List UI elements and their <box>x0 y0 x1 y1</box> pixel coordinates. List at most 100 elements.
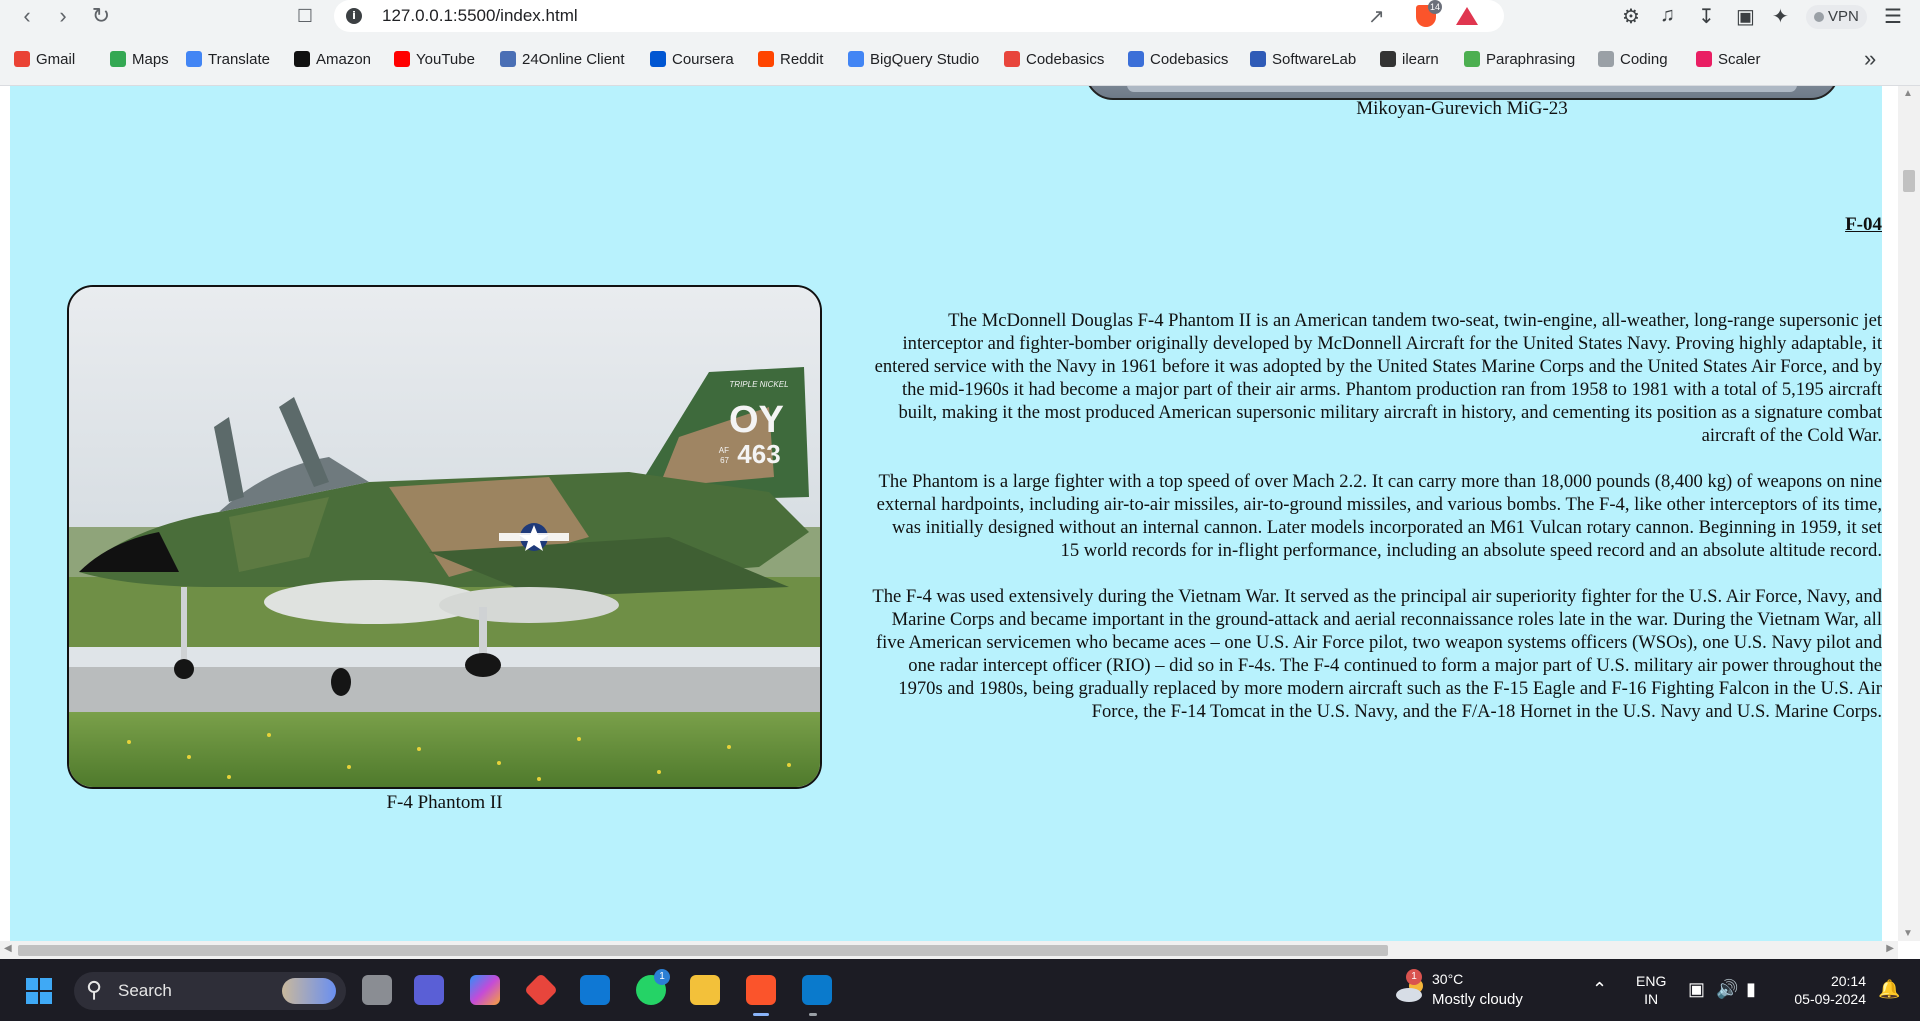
brave-rewards-icon[interactable] <box>1456 7 1478 25</box>
vertical-scrollbar[interactable]: ▲ ▼ <box>1898 86 1920 941</box>
browser-toolbar: ‹ › ↻ ☐ i 127.0.0.1:5500/index.html ↗ 14… <box>0 0 1920 34</box>
bookmark-favicon-icon <box>1696 51 1712 67</box>
battery-icon[interactable]: ▮ <box>1746 979 1756 1000</box>
forward-icon[interactable]: › <box>50 4 76 30</box>
vscode-running-indicator <box>809 1013 817 1016</box>
bookmark-bigquery-studio[interactable]: BigQuery Studio <box>848 48 979 72</box>
f4-phantom-image: OY 463 AF 67 TRIPLE NICKEL <box>67 285 822 789</box>
bookmark-24online-client[interactable]: 24Online Client <box>500 48 625 72</box>
reload-icon[interactable]: ↻ <box>88 4 114 30</box>
bookmark-maps[interactable]: Maps <box>110 48 169 72</box>
whatsapp-badge: 1 <box>654 969 670 985</box>
bookmark-ilearn[interactable]: ilearn <box>1380 48 1439 72</box>
bookmark-coursera[interactable]: Coursera <box>650 48 734 72</box>
bookmark-label: Gmail <box>36 51 76 68</box>
paragraph-performance: The Phantom is a large fighter with a to… <box>876 471 1882 561</box>
address-bar[interactable]: i 127.0.0.1:5500/index.html ↗ 14 <box>334 0 1504 32</box>
language-region: IN <box>1644 991 1659 1007</box>
bookmark-label: SoftwareLab <box>1272 51 1357 68</box>
bookmark-label: Reddit <box>780 51 824 68</box>
bookmark-favicon-icon <box>758 51 774 67</box>
network-icon[interactable]: ▣ <box>1688 979 1705 1000</box>
bookmark-youtube[interactable]: YouTube <box>394 48 475 72</box>
bookmark-favicon-icon <box>1004 51 1020 67</box>
bookmark-label: Translate <box>208 51 270 68</box>
bookmarks-bar: » Gmail Maps Translate Amazon YouTube 24Onlin… <box>0 34 1920 86</box>
bookmark-favicon-icon <box>394 51 410 67</box>
git-icon[interactable] <box>524 973 558 1007</box>
copilot-icon[interactable] <box>470 975 500 1005</box>
language-indicator[interactable]: ENG IN <box>1636 972 1666 1008</box>
extensions-icon[interactable]: ⚙ <box>1622 4 1640 29</box>
horizontal-scrollbar[interactable]: ◀ ▶ <box>0 941 1898 959</box>
bookmark-favicon-icon <box>848 51 864 67</box>
bookmark-label: Coding <box>1620 51 1668 68</box>
search-icon: ⚲ <box>86 978 103 1003</box>
brave-browser-icon[interactable] <box>746 975 776 1005</box>
taskbar-search[interactable]: ⚲ Search <box>74 972 346 1010</box>
notifications-icon[interactable]: 🔔 <box>1878 979 1900 1000</box>
bookmark-icon[interactable]: ☐ <box>292 4 318 30</box>
horizontal-scroll-thumb[interactable] <box>18 945 1388 956</box>
bookmark-amazon[interactable]: Amazon <box>294 48 371 72</box>
volume-icon[interactable]: 🔊 <box>1716 979 1738 1000</box>
vscode-icon[interactable] <box>802 975 832 1005</box>
vpn-button[interactable]: VPN <box>1806 5 1867 29</box>
share-icon[interactable]: ↗ <box>1368 4 1385 29</box>
site-info-icon[interactable]: i <box>346 8 362 24</box>
clock-date: 05-09-2024 <box>1794 991 1866 1007</box>
bookmark-favicon-icon <box>110 51 126 67</box>
weather-badge: 1 <box>1406 969 1422 985</box>
file-explorer-icon[interactable] <box>690 975 720 1005</box>
bookmark-favicon-icon <box>294 51 310 67</box>
bookmark-coding[interactable]: Coding <box>1598 48 1668 72</box>
tail-af-prefix: AF <box>719 446 729 455</box>
weather-description[interactable]: Mostly cloudy <box>1432 991 1523 1008</box>
back-icon[interactable]: ‹ <box>14 4 40 30</box>
teams-icon[interactable] <box>414 975 444 1005</box>
bookmark-label: Coursera <box>672 51 734 68</box>
clock[interactable]: 20:14 05-09-2024 <box>1776 972 1866 1008</box>
language-code: ENG <box>1636 973 1667 989</box>
tail-code: OY <box>729 399 784 441</box>
bookmark-label: Maps <box>132 51 169 68</box>
paragraph-vietnam: The F-4 was used extensively during the … <box>872 586 1882 722</box>
scroll-left-icon[interactable]: ◀ <box>4 943 12 954</box>
tail-af-year: 67 <box>720 456 729 465</box>
menu-icon[interactable]: ☰ <box>1884 4 1902 29</box>
vertical-scroll-thumb[interactable] <box>1903 170 1915 192</box>
scroll-up-icon[interactable]: ▲ <box>1903 88 1913 99</box>
f4-phantom-caption: F-4 Phantom II <box>386 792 503 813</box>
more-bookmarks-icon[interactable]: » <box>1864 46 1876 72</box>
wallet-icon[interactable]: ▣ <box>1736 4 1755 29</box>
bookmark-paraphrasing[interactable]: Paraphrasing <box>1464 48 1575 72</box>
media-icon[interactable]: ♫ <box>1660 4 1675 27</box>
scroll-down-icon[interactable]: ▼ <box>1903 928 1913 939</box>
paragraph-intro: The McDonnell Douglas F-4 Phantom II is … <box>874 310 1882 446</box>
bookmark-softwarelab[interactable]: SoftwareLab <box>1250 48 1356 72</box>
bookmark-translate[interactable]: Translate <box>186 48 270 72</box>
bookmark-label: Codebasics <box>1026 51 1105 68</box>
bookmark-reddit[interactable]: Reddit <box>758 48 823 72</box>
windows-start-icon[interactable] <box>26 978 52 1004</box>
show-hidden-icons-icon[interactable]: ⌃ <box>1592 979 1607 1000</box>
tail-name: TRIPLE NICKEL <box>729 380 788 389</box>
microsoft-store-icon[interactable] <box>580 975 610 1005</box>
weather-temperature[interactable]: 30°C <box>1432 971 1463 987</box>
scroll-right-icon[interactable]: ▶ <box>1886 943 1894 954</box>
task-view-icon[interactable] <box>362 975 392 1005</box>
downloads-icon[interactable]: ↧ <box>1698 4 1715 29</box>
bookmark-codebasics[interactable]: Codebasics <box>1004 48 1104 72</box>
address-url[interactable]: 127.0.0.1:5500/index.html <box>382 6 578 26</box>
f4-phantom-illustration: OY 463 AF 67 TRIPLE NICKEL <box>69 287 820 787</box>
vpn-label: VPN <box>1828 8 1859 25</box>
search-highlight-icon <box>282 978 336 1004</box>
leo-ai-icon[interactable]: ✦ <box>1772 4 1789 29</box>
bookmark-codebasics[interactable]: Codebasics <box>1128 48 1228 72</box>
bookmark-label: 24Online Client <box>522 51 625 68</box>
shield-count-badge: 14 <box>1428 0 1442 14</box>
bookmark-scaler[interactable]: Scaler <box>1696 48 1761 72</box>
bookmark-gmail[interactable]: Gmail <box>14 48 75 72</box>
bookmark-favicon-icon <box>1464 51 1480 67</box>
bookmark-label: Amazon <box>316 51 372 68</box>
